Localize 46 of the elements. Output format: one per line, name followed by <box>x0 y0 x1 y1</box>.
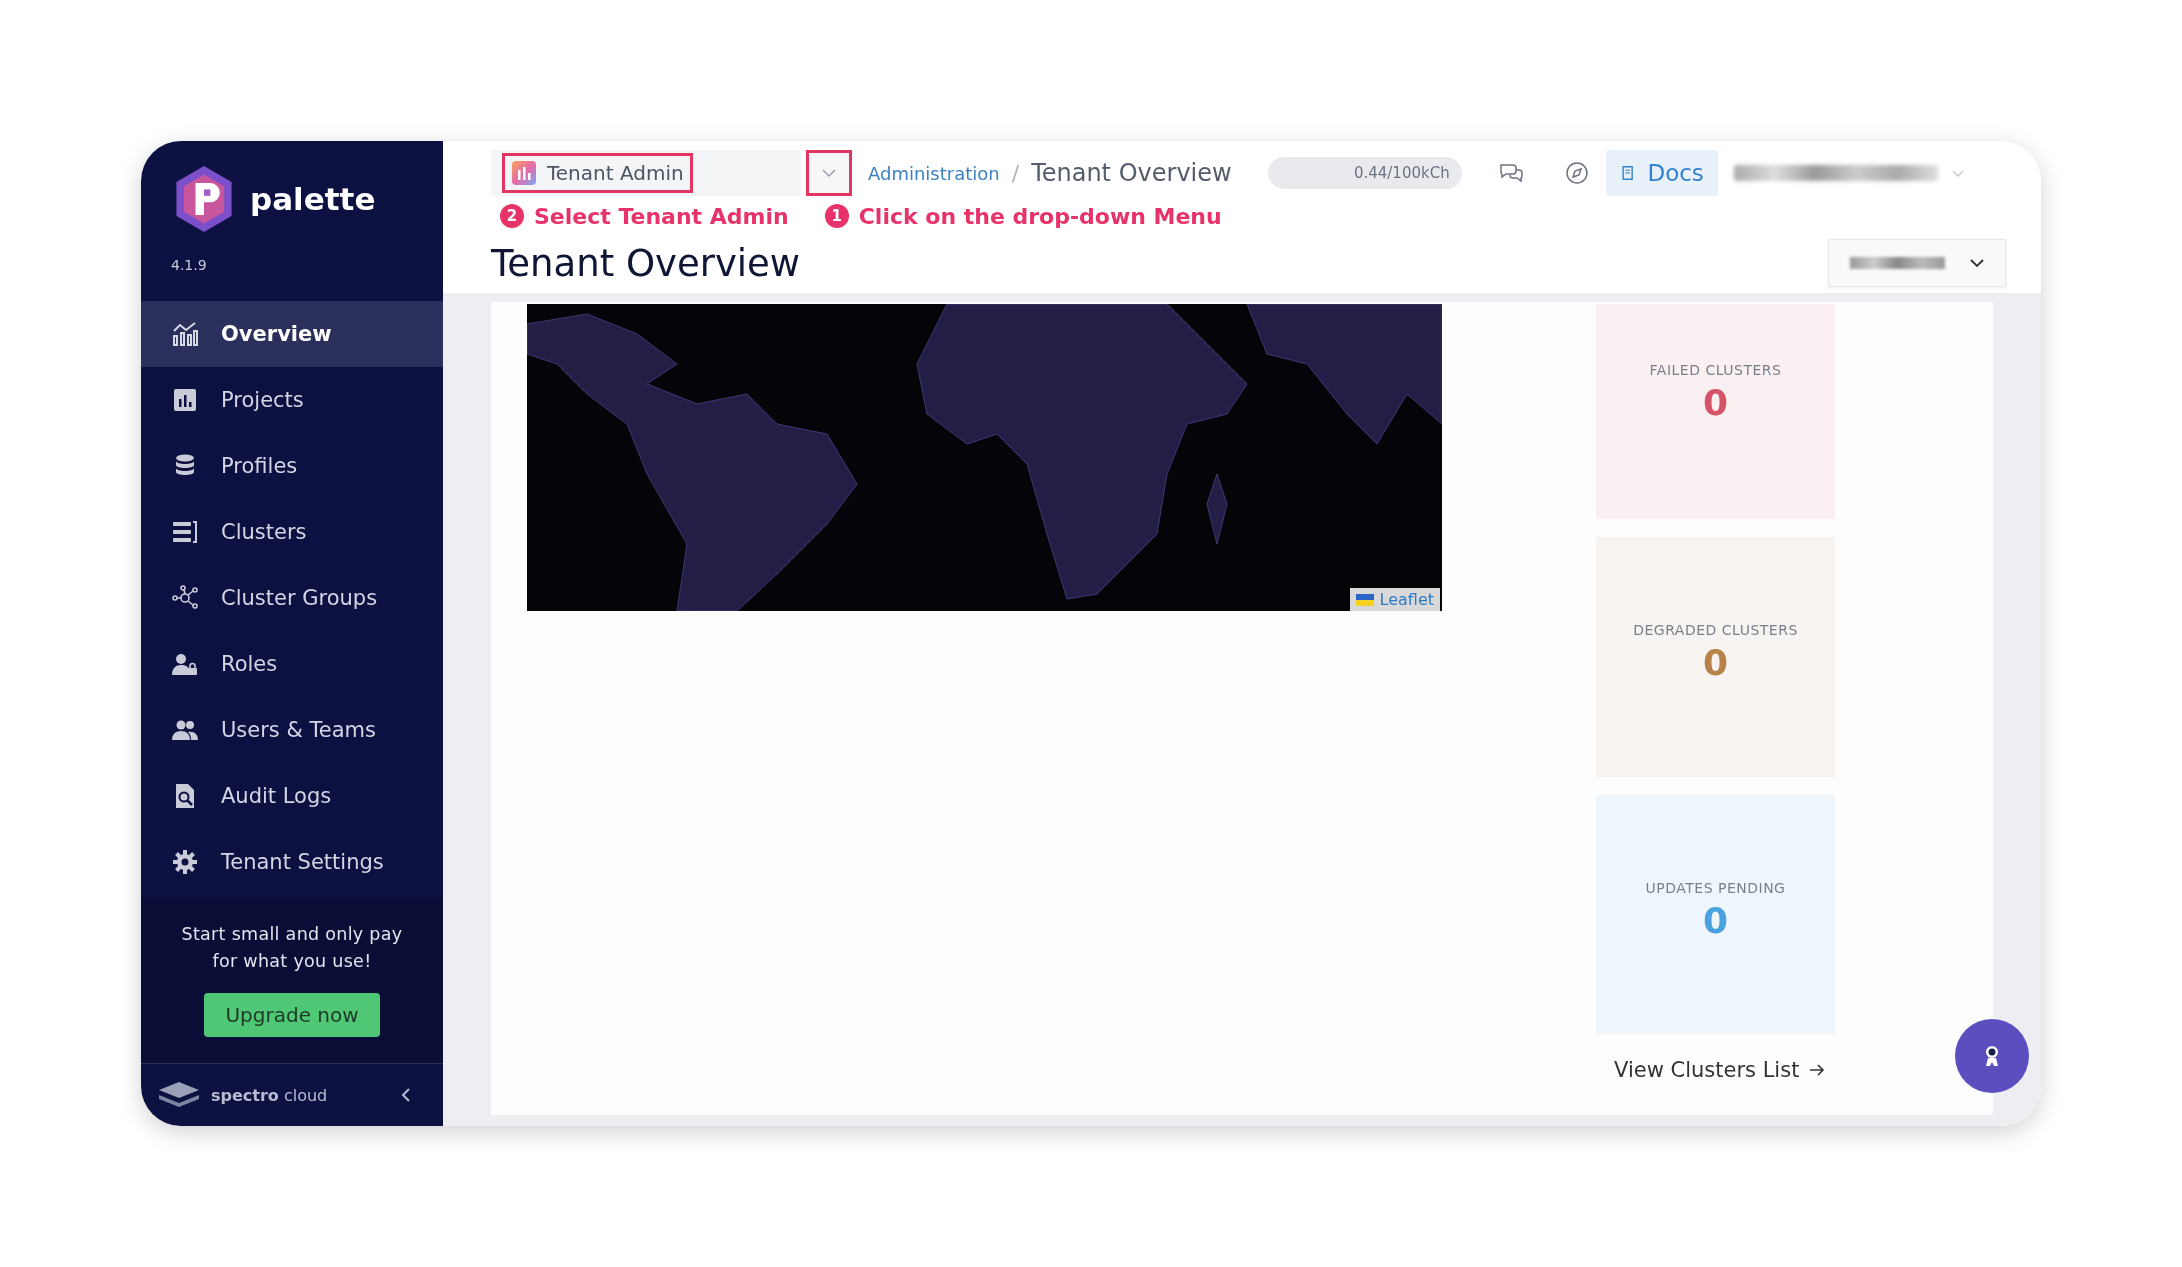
chevron-down-icon <box>1968 256 1985 270</box>
breadcrumb-separator: / <box>1011 160 1020 186</box>
sidebar-item[interactable]: Projects <box>141 367 443 433</box>
annotation-text: Select Tenant Admin <box>534 203 789 229</box>
annotation-text: Click on the drop-down Menu <box>858 203 1222 229</box>
chevron-left-icon[interactable] <box>399 1086 413 1104</box>
sidebar-item[interactable]: Users & Teams <box>141 697 443 763</box>
network-nodes-icon <box>171 584 199 612</box>
stat-value: 0 <box>1702 900 1729 941</box>
tenant-badge-icon <box>511 160 537 186</box>
layered-logo-icon <box>157 1080 201 1110</box>
chevron-down-icon <box>821 166 837 180</box>
bar-chart-icon <box>171 386 199 414</box>
sidebar-item[interactable]: Audit Logs <box>141 763 443 829</box>
sidebar-item[interactable]: Roles <box>141 631 443 697</box>
arrow-right-icon <box>1809 1063 1826 1077</box>
breadcrumb-current: Tenant Overview <box>1031 159 1232 187</box>
footer-brand: spectro cloud <box>211 1085 328 1105</box>
flag-icon <box>1355 593 1374 606</box>
redacted-dropdown[interactable] <box>1828 239 2006 287</box>
server-list-icon <box>171 518 199 546</box>
sidebar-item[interactable]: Clusters <box>141 499 443 565</box>
page-title: Tenant Overview <box>491 241 801 285</box>
settings-icon <box>171 848 199 876</box>
version-label: 4.1.9 <box>170 256 208 275</box>
breadcrumb-link[interactable]: Administration <box>868 162 1000 184</box>
dropdown-toggle[interactable] <box>806 150 852 196</box>
sidebar-item[interactable]: Profiles <box>141 433 443 499</box>
stat-value: 0 <box>1702 642 1729 683</box>
promo-text: Start small and only pay for what you use! <box>180 923 404 973</box>
chart-icon <box>171 320 199 348</box>
step-number-badge: 1 <box>824 204 849 228</box>
stat-label: DEGRADED CLUSTERS <box>1633 622 1798 638</box>
stat-label: FAILED CLUSTERS <box>1649 362 1782 378</box>
step-number-badge: 2 <box>500 204 524 228</box>
scope-select[interactable]: Tenant Admin <box>502 153 693 193</box>
sidebar-item[interactable]: Overview <box>141 301 443 367</box>
usage-meter: 0.44/100kCh <box>1267 157 1462 189</box>
sidebar-item[interactable]: Tenant Settings <box>141 829 443 895</box>
upgrade-button[interactable]: Upgrade now <box>204 993 380 1037</box>
stat-value: 0 <box>1702 382 1729 423</box>
compass-icon[interactable] <box>1563 160 1590 186</box>
brand-name: palette <box>250 181 376 217</box>
view-clusters-link[interactable]: View Clusters List <box>1596 1058 1835 1082</box>
sidebar-item[interactable]: Cluster Groups <box>141 565 443 631</box>
stat-label: UPDATES PENDING <box>1645 880 1786 896</box>
